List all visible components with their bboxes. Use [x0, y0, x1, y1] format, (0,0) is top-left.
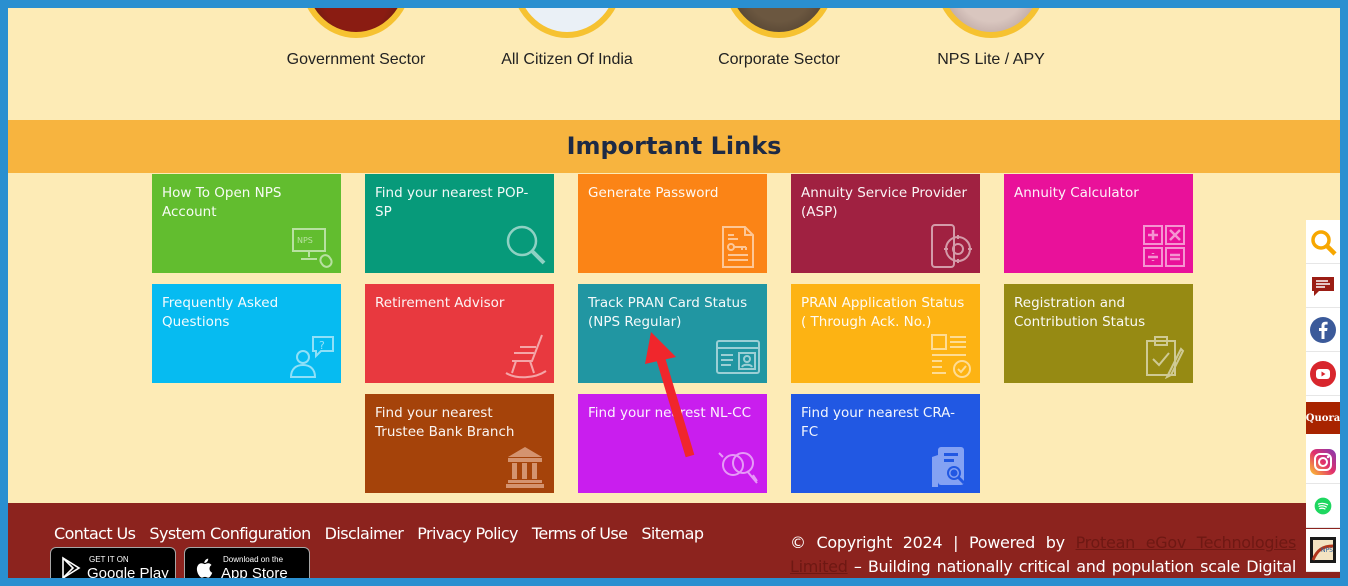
store-badges: GET IT ON Google Play Download on the Ap… [50, 547, 310, 578]
calculator-icon [1141, 223, 1187, 269]
footer-link-contact-us[interactable]: Contact Us [54, 524, 136, 543]
footer-link-disclaimer[interactable]: Disclaimer [325, 524, 404, 543]
rail-spotify-button[interactable] [1306, 484, 1340, 528]
footer: Contact Us System Configuration Disclaim… [8, 503, 1340, 578]
copyright-prefix: © Copyright 2024 | Powered by [790, 533, 1076, 552]
computer-mouse-icon: NPS [289, 223, 335, 269]
footer-link-sitemap[interactable]: Sitemap [641, 524, 704, 543]
bank-building-icon [502, 443, 548, 489]
rail-search-button[interactable] [1306, 220, 1340, 264]
sector-label[interactable]: Government Sector [256, 51, 456, 69]
tile-registration-contribution-status[interactable]: Registration and Contribution Status [1004, 284, 1193, 383]
tile-label: PRAN Application Status ( Through Ack. N… [801, 295, 965, 330]
important-links-banner: Important Links [8, 120, 1340, 173]
svg-text:NPS: NPS [1321, 547, 1333, 554]
copyright-suffix: – Building nationally critical and popul… [847, 557, 1296, 576]
tile-nearest-cra-fc[interactable]: Find your nearest CRA-FC [791, 394, 980, 493]
section-title: Important Links [566, 132, 782, 160]
tile-pran-application-status[interactable]: PRAN Application Status ( Through Ack. N… [791, 284, 980, 383]
tile-label: Frequently Asked Questions [162, 295, 279, 330]
social-sidebar: Quora NPS [1306, 220, 1340, 572]
spotify-icon [1314, 497, 1332, 514]
tile-label: Annuity Service Provider (ASP) [801, 185, 967, 220]
tile-track-pran-card-status[interactable]: Track PRAN Card Status (NPS Regular) [578, 284, 767, 383]
tile-nearest-nl-cc[interactable]: Find your nearest NL-CC [578, 394, 767, 493]
document-key-icon [715, 223, 761, 269]
tile-how-to-open-nps[interactable]: How To Open NPS Account NPS [152, 174, 341, 273]
footer-link-privacy-policy[interactable]: Privacy Policy [417, 524, 518, 543]
tile-annuity-service-provider[interactable]: Annuity Service Provider (ASP) [791, 174, 980, 273]
person-question-icon: ? [289, 333, 335, 379]
instagram-icon [1310, 448, 1336, 475]
badge-title: App Store [221, 565, 288, 578]
youtube-icon [1310, 360, 1336, 387]
tile-label: Find your nearest Trustee Bank Branch [375, 405, 515, 440]
tile-label: Find your nearest POP-SP [375, 185, 529, 220]
sector-label[interactable]: All Citizen Of India [467, 51, 667, 69]
tile-label: Track PRAN Card Status (NPS Regular) [588, 295, 748, 330]
tile-label: Generate Password [588, 185, 719, 201]
badge-caption: GET IT ON [89, 555, 129, 564]
mobile-settings-icon [928, 223, 974, 269]
rail-quora-button[interactable]: Quora [1306, 402, 1340, 434]
badge-caption: Download on the [223, 555, 284, 564]
rocking-chair-icon [502, 333, 548, 379]
tile-label: Registration and Contribution Status [1014, 295, 1146, 330]
svg-text:?: ? [319, 339, 325, 352]
tile-label: Find your nearest NL-CC [588, 405, 752, 421]
corporate-sector-image[interactable] [723, 8, 835, 38]
tile-label: Retirement Advisor [375, 295, 505, 311]
badge-title: Google Play [87, 565, 169, 578]
form-check-icon [928, 333, 974, 379]
tile-retirement-advisor[interactable]: Retirement Advisor [365, 284, 554, 383]
page-viewport: Government Sector All Citizen Of India C… [8, 8, 1340, 578]
nps-lite-image[interactable] [935, 8, 1047, 38]
folder-search-icon [928, 443, 974, 489]
quora-icon: Quora [1305, 412, 1340, 424]
tile-label: Annuity Calculator [1014, 185, 1139, 201]
google-play-icon [59, 556, 83, 578]
rail-nps-app-button[interactable]: NPS [1306, 528, 1340, 572]
tile-nearest-pop-sp[interactable]: Find your nearest POP-SP [365, 174, 554, 273]
copyright-text: © Copyright 2024 | Powered by Protean eG… [790, 531, 1296, 578]
nps-app-icon: NPS [1310, 537, 1336, 563]
search-sync-icon [715, 443, 761, 489]
tile-label: Find your nearest CRA-FC [801, 405, 955, 440]
google-play-badge[interactable]: GET IT ON Google Play [50, 547, 176, 578]
svg-text:NPS: NPS [297, 236, 313, 245]
tile-generate-password[interactable]: Generate Password [578, 174, 767, 273]
rail-youtube-button[interactable] [1306, 352, 1340, 396]
all-citizen-image[interactable] [511, 8, 623, 38]
apple-icon [193, 556, 217, 578]
footer-links: Contact Us System Configuration Disclaim… [54, 524, 704, 543]
tile-faq[interactable]: Frequently Asked Questions ? [152, 284, 341, 383]
tile-label: How To Open NPS Account [162, 185, 282, 220]
clipboard-check-icon [1141, 333, 1187, 380]
rail-instagram-button[interactable] [1306, 440, 1340, 484]
government-sector-image[interactable] [300, 8, 412, 38]
sector-label[interactable]: Corporate Sector [679, 51, 879, 69]
rail-facebook-button[interactable] [1306, 308, 1340, 352]
rail-chat-button[interactable] [1306, 264, 1340, 308]
chat-icon [1312, 276, 1334, 296]
app-store-badge[interactable]: Download on the App Store [184, 547, 310, 578]
tile-nearest-trustee-bank-branch[interactable]: Find your nearest Trustee Bank Branch [365, 394, 554, 493]
magnifier-icon [502, 223, 548, 269]
sector-label[interactable]: NPS Lite / APY [891, 51, 1091, 69]
footer-link-terms-of-use[interactable]: Terms of Use [532, 524, 628, 543]
search-icon [1311, 229, 1337, 256]
facebook-icon [1310, 316, 1336, 343]
tile-annuity-calculator[interactable]: Annuity Calculator [1004, 174, 1193, 273]
id-card-browser-icon [715, 333, 761, 379]
footer-link-system-configuration[interactable]: System Configuration [149, 524, 311, 543]
